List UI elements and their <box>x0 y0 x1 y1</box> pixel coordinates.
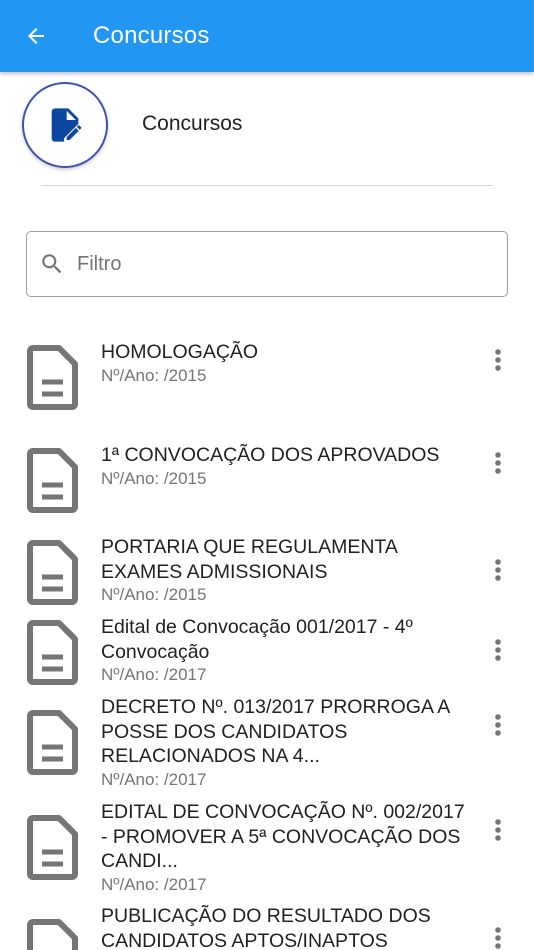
list-item[interactable]: 1ª CONVOCAÇÃO DOS APROVADOS Nº/Ano: /201… <box>0 443 534 523</box>
item-title: HOMOLOGAÇÃO <box>101 341 259 363</box>
item-subtitle: Nº/Ano: /2015 <box>101 468 207 488</box>
list-item[interactable]: HOMOLOGAÇÃO Nº/Ano: /2015 <box>0 340 534 420</box>
item-subtitle: Nº/Ano: /2017 <box>101 769 207 789</box>
contest-list: HOMOLOGAÇÃO Nº/Ano: /2015 1ª CONVOCAÇÃO … <box>0 0 534 950</box>
more-options-button[interactable] <box>484 630 512 670</box>
more-options-button[interactable] <box>484 705 512 745</box>
list-item[interactable]: DECRETO Nº. 013/2017 PRORROGA A POSSE DO… <box>0 695 534 791</box>
more-vertical-icon <box>495 819 501 841</box>
list-item[interactable]: Edital de Convocação 001/2017 - 4º Convo… <box>0 615 534 687</box>
more-options-button[interactable] <box>484 918 512 950</box>
document-icon <box>27 620 78 685</box>
item-subtitle: Nº/Ano: /2017 <box>101 665 207 684</box>
more-vertical-icon <box>495 927 501 949</box>
more-vertical-icon <box>495 349 501 371</box>
list-item[interactable]: PUBLICAÇÃO DO RESULTADO DOS CANDIDATOS A… <box>0 904 534 950</box>
item-subtitle: Nº/Ano: /2017 <box>101 874 207 894</box>
item-subtitle: Nº/Ano: /2015 <box>101 365 207 385</box>
document-icon <box>27 919 78 950</box>
document-icon <box>27 448 78 513</box>
more-options-button[interactable] <box>484 810 512 850</box>
app-bar: Concursos <box>0 0 534 72</box>
item-title: EDITAL DE CONVOCAÇÃO Nº. 002/2017 - PROM… <box>101 801 465 872</box>
document-icon <box>27 345 78 410</box>
document-icon <box>27 815 78 880</box>
item-title: PORTARIA QUE REGULAMENTA EXAMES ADMISSIO… <box>101 536 397 583</box>
back-button[interactable] <box>0 0 72 72</box>
more-options-button[interactable] <box>484 340 512 380</box>
more-options-button[interactable] <box>484 550 512 590</box>
more-options-button[interactable] <box>484 443 512 483</box>
more-vertical-icon <box>495 639 501 661</box>
document-icon <box>27 710 78 775</box>
arrow-left-icon <box>28 28 44 44</box>
more-vertical-icon <box>495 559 501 581</box>
item-title: DECRETO Nº. 013/2017 PRORROGA A POSSE DO… <box>101 696 450 767</box>
item-subtitle: Nº/Ano: /2015 <box>101 585 207 604</box>
more-vertical-icon <box>495 714 501 736</box>
document-icon <box>27 540 78 605</box>
list-item[interactable]: PORTARIA QUE REGULAMENTA EXAMES ADMISSIO… <box>0 535 534 607</box>
app-bar-title: Concursos <box>93 22 210 49</box>
more-vertical-icon <box>495 452 501 474</box>
item-title: 1ª CONVOCAÇÃO DOS APROVADOS <box>101 444 440 466</box>
item-title: PUBLICAÇÃO DO RESULTADO DOS CANDIDATOS A… <box>101 905 431 950</box>
item-title: Edital de Convocação 001/2017 - 4º Convo… <box>101 616 413 663</box>
list-item[interactable]: EDITAL DE CONVOCAÇÃO Nº. 002/2017 - PROM… <box>0 800 534 896</box>
